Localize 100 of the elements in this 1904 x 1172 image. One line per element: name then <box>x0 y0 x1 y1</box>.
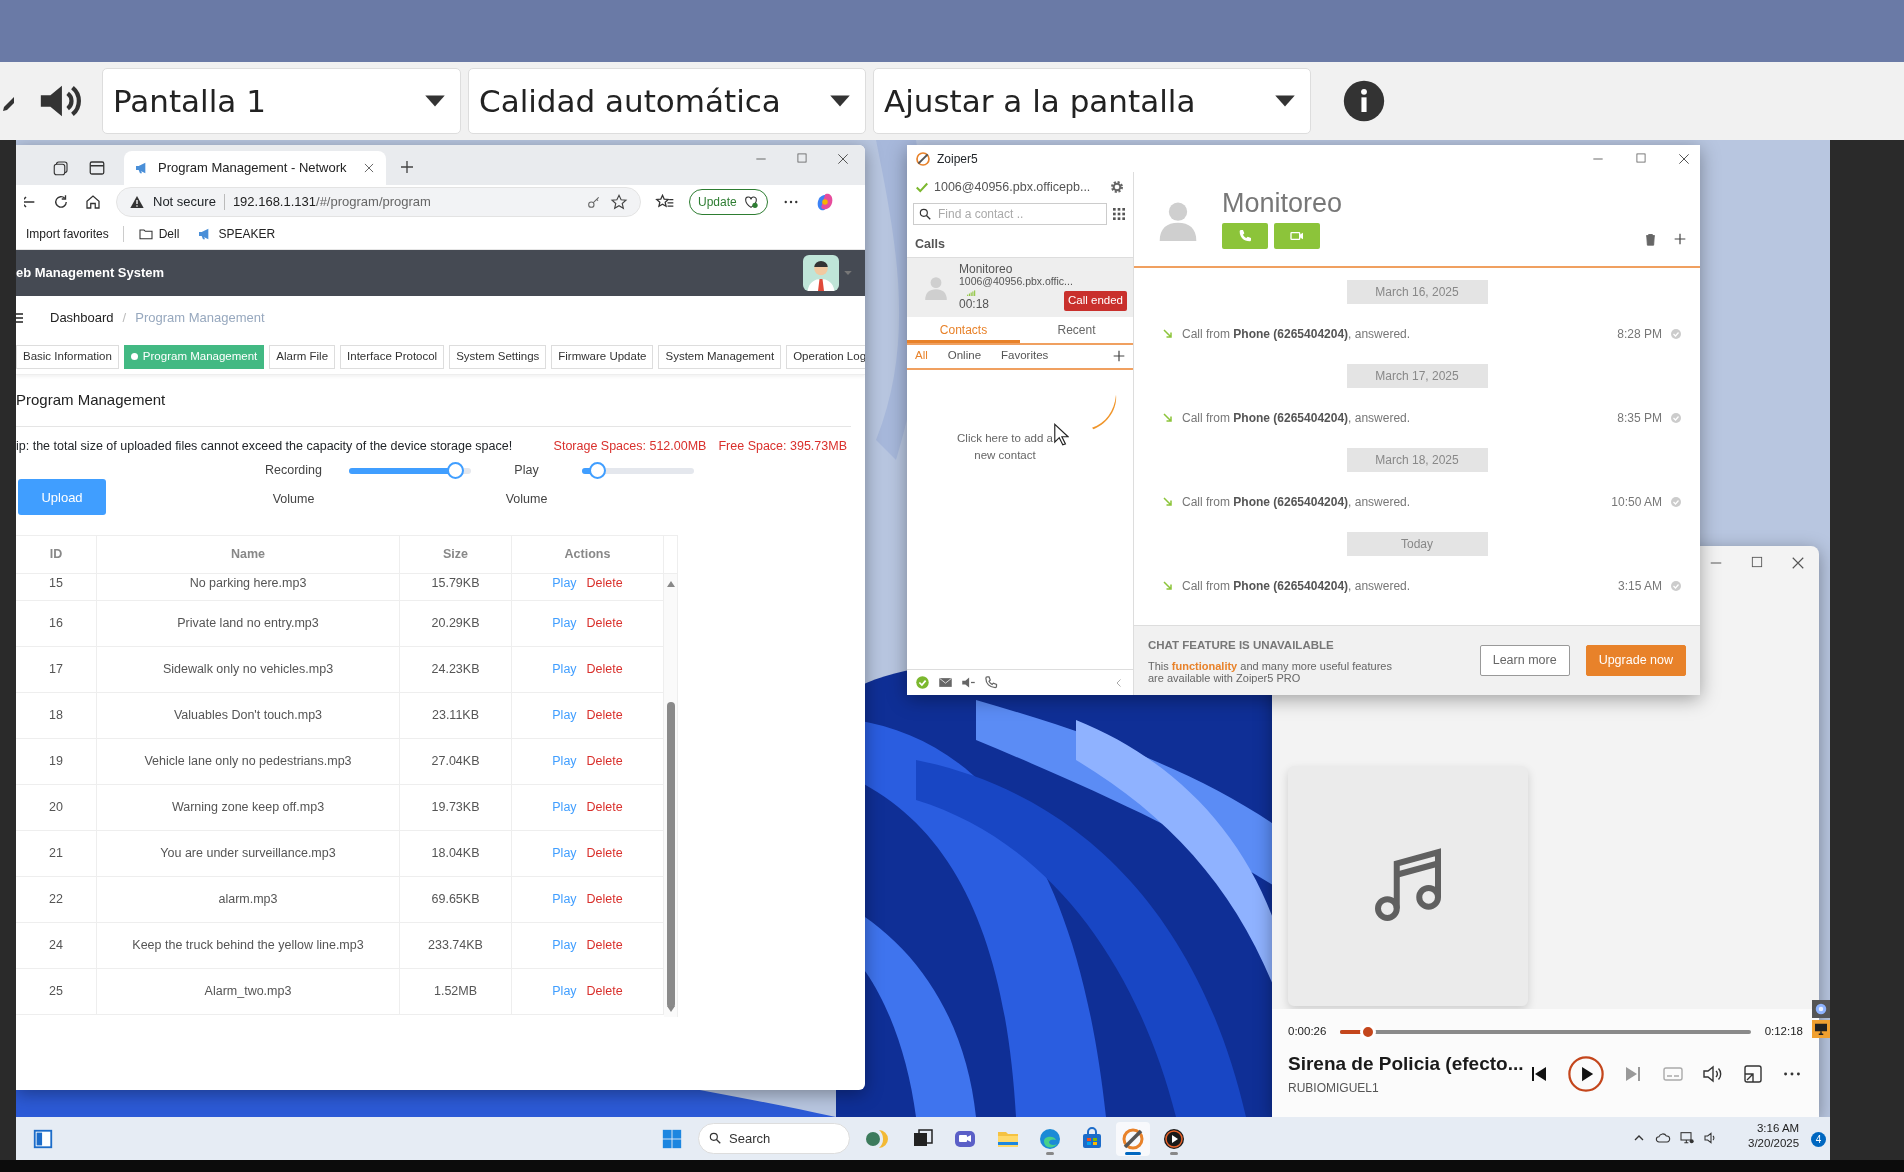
reload-icon[interactable] <box>52 192 70 211</box>
page-tab[interactable]: Interface Protocol <box>340 344 445 369</box>
dropdown[interactable]: Ajustar a la pantalla <box>873 68 1311 134</box>
filter-tab[interactable]: Favorites <box>1001 347 1049 365</box>
cloud-icon[interactable] <box>1655 1130 1671 1146</box>
dropdown[interactable]: Pantalla 1 <box>102 68 461 134</box>
scrollbar-thumb[interactable] <box>667 702 675 1009</box>
delete-link[interactable]: Delete <box>586 574 623 593</box>
play-link[interactable]: Play <box>552 660 577 680</box>
call-time: 3:15 AM <box>1617 578 1662 595</box>
slider[interactable] <box>349 462 471 480</box>
play-link[interactable]: Play <box>552 982 577 1002</box>
speaker-icon[interactable] <box>961 675 976 690</box>
play-link[interactable]: Play <box>552 798 577 818</box>
page-tab[interactable]: System Management <box>658 344 782 369</box>
taskbar-button[interactable] <box>1116 1122 1150 1156</box>
delete-icon[interactable] <box>1643 231 1658 248</box>
update-button[interactable]: Update <box>689 188 768 215</box>
address-bar[interactable]: Not secure 192.168.1.131/#/program/program <box>116 186 641 217</box>
progress-thumb[interactable] <box>1360 1023 1377 1040</box>
close-icon[interactable] <box>835 151 851 167</box>
total-time: 0:12:18 <box>1764 1024 1803 1039</box>
artist-name: RUBIOMIGUEL1 <box>1288 1079 1380 1097</box>
tab[interactable]: Contacts <box>907 316 1020 343</box>
tab[interactable]: Recent <box>1020 316 1133 343</box>
filter-tab[interactable]: Online <box>947 347 982 365</box>
clock-date[interactable]: 3/20/2025 <box>1748 1135 1800 1151</box>
add-icon[interactable] <box>1672 231 1688 247</box>
network-icon[interactable] <box>1679 1130 1695 1146</box>
maximize-icon[interactable] <box>1749 554 1765 570</box>
page-tab[interactable]: Basic Information <box>16 344 119 369</box>
play-link[interactable]: Play <box>552 614 577 634</box>
favorite-link[interactable]: Dell <box>133 224 184 243</box>
table-cell: 19.73KB <box>400 785 512 831</box>
favorite-link[interactable]: SPEAKER <box>193 224 280 243</box>
upload-button[interactable]: Upload <box>18 479 106 516</box>
track-title: Sirena de Policia (efecto... <box>1288 1052 1524 1077</box>
table-cell: Warning zone keep off.mp3 <box>97 785 400 831</box>
page-tab[interactable]: System Settings <box>449 344 547 369</box>
delete-link[interactable]: Delete <box>586 614 623 634</box>
delete-link[interactable]: Delete <box>586 936 623 956</box>
play-link[interactable]: Play <box>552 890 577 910</box>
table-cell: Keep the truck behind the yellow line.mp3 <box>97 923 400 969</box>
slider-thumb[interactable] <box>588 462 606 480</box>
play-link[interactable]: Play <box>552 574 577 593</box>
delete-link[interactable]: Delete <box>586 752 623 772</box>
play-icon[interactable] <box>1567 1054 1605 1093</box>
delete-link[interactable]: Delete <box>586 706 623 726</box>
search-box[interactable]: Search <box>698 1123 850 1154</box>
table-cell: 69.65KB <box>400 877 512 923</box>
empty-hint[interactable]: Click here to add a new contact <box>955 429 1055 464</box>
star-icon[interactable] <box>610 192 628 211</box>
table-cell: 16 <box>16 601 97 647</box>
slider[interactable] <box>582 462 694 480</box>
add-icon[interactable] <box>1111 348 1127 364</box>
favorite-link[interactable]: Import favorites <box>22 224 113 243</box>
call-item[interactable]: Monitoreo 1006@40956.pbx.offic... 00:18 Call ended <box>907 257 1133 317</box>
clock-time[interactable]: 3:16 AM <box>1748 1121 1800 1136</box>
scroll-down-icon[interactable] <box>666 1005 676 1014</box>
avatar-icon[interactable] <box>803 255 839 291</box>
close-icon[interactable] <box>362 161 376 175</box>
page-tab[interactable]: Firmware Update <box>551 344 654 369</box>
tabs-icon[interactable] <box>88 159 106 177</box>
workspaces-icon[interactable] <box>52 159 70 177</box>
learn-more-button[interactable]: Learn more <box>1479 645 1570 676</box>
play-link[interactable]: Play <box>552 936 577 956</box>
table-cell: 20 <box>16 785 97 831</box>
delete-link[interactable]: Delete <box>586 982 623 1002</box>
start-icon[interactable] <box>661 1128 683 1150</box>
widgets-icon[interactable] <box>32 1128 54 1150</box>
page-tab[interactable]: Alarm File <box>269 344 336 369</box>
monitor-icon[interactable] <box>1812 1020 1830 1038</box>
settings-icon[interactable] <box>1109 179 1125 196</box>
delete-link[interactable]: Delete <box>586 844 623 864</box>
filter-tab[interactable]: All <box>915 347 928 365</box>
scroll-up-icon[interactable] <box>666 580 676 589</box>
phone-icon[interactable] <box>984 675 999 690</box>
dialpad-icon[interactable] <box>1111 205 1127 222</box>
gear-icon[interactable] <box>1812 1000 1830 1018</box>
browser-tab[interactable]: Program Management - Network <box>124 151 386 185</box>
breadcrumb-link[interactable]: Dashboard <box>50 307 114 328</box>
play-link[interactable]: Play <box>552 706 577 726</box>
progress-slider[interactable] <box>1340 1023 1751 1040</box>
play-link[interactable]: Play <box>552 844 577 864</box>
search-field[interactable]: Find a contact .. <box>913 202 1107 225</box>
delete-link[interactable]: Delete <box>586 890 623 910</box>
mail-icon[interactable] <box>938 675 953 690</box>
info-icon[interactable] <box>1342 79 1386 123</box>
delete-link[interactable]: Delete <box>586 660 623 680</box>
delete-link[interactable]: Delete <box>586 798 623 818</box>
notification-badge[interactable]: 4 <box>1811 1132 1826 1147</box>
slider-thumb[interactable] <box>446 462 464 480</box>
play-link[interactable]: Play <box>552 752 577 772</box>
promo-text: This functionality and many more useful features are available with Zoiper5 PRO <box>1148 660 1393 685</box>
dropdown[interactable]: Calidad automática <box>468 68 866 134</box>
account-label: 1006@40956.pbx.officepb... <box>934 179 1091 196</box>
security-label: Not secure <box>153 192 216 211</box>
upgrade-button[interactable]: Upgrade now <box>1585 645 1686 676</box>
new-tab-icon[interactable] <box>398 158 416 176</box>
page-tab[interactable]: Operation Log <box>786 344 865 369</box>
